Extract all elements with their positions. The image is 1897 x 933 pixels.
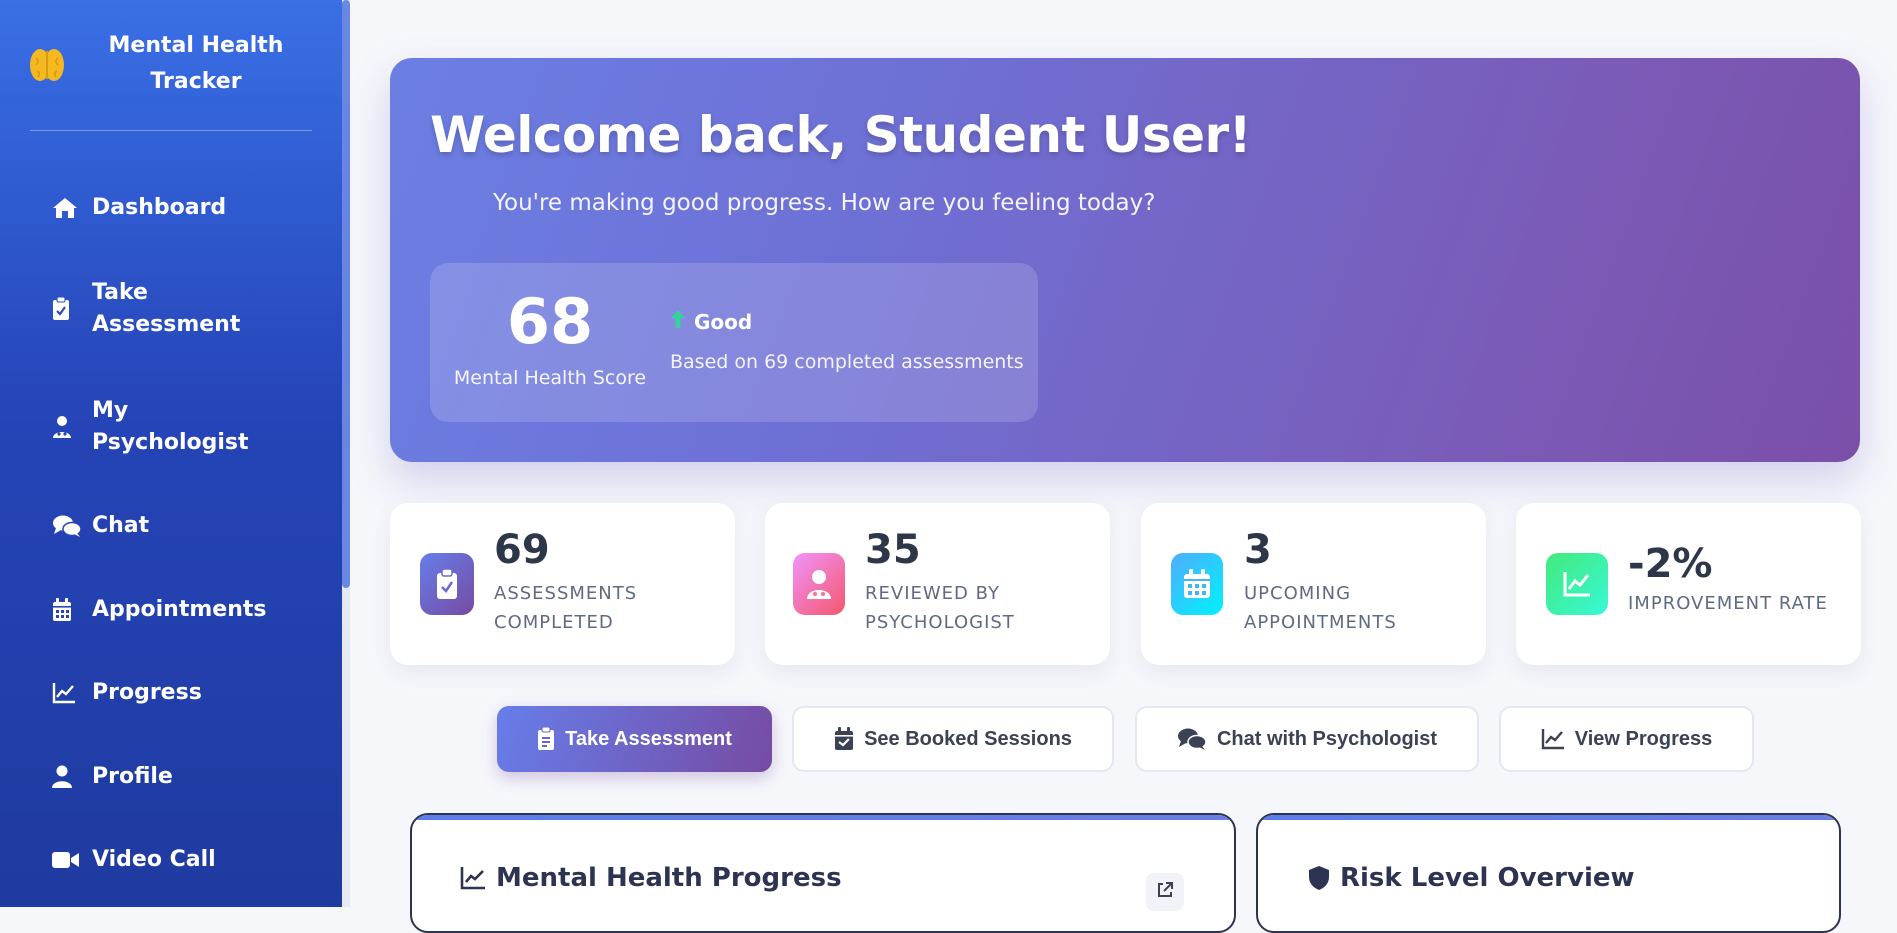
page-title: Welcome back, Student User! <box>430 106 1252 164</box>
home-icon <box>40 196 92 220</box>
score-basis: Based on 69 completed assessments <box>670 351 1024 373</box>
take-assessment-label: Take Assessment <box>565 727 732 750</box>
calendar-icon <box>1171 553 1223 615</box>
sidebar-item-label: Progress <box>92 680 202 705</box>
clipboard-check-icon <box>40 297 92 321</box>
sidebar-item-label: Video Call <box>92 847 216 872</box>
see-booked-sessions-label: See Booked Sessions <box>864 727 1072 750</box>
score-status-label: Good <box>694 309 753 334</box>
sidebar-item-chat[interactable]: Chat <box>40 510 330 542</box>
stat-label: Assessments Completed <box>494 583 638 633</box>
chat-with-psychologist-button[interactable]: Chat with Psychologist <box>1135 706 1479 772</box>
chart-line-icon <box>40 682 92 704</box>
video-icon <box>40 850 92 870</box>
sidebar-item-label: Take Assessment <box>92 280 241 337</box>
comments-icon <box>40 514 92 538</box>
sidebar-item-video-call[interactable]: Video Call <box>40 844 330 876</box>
stat-card-improvement: -2% Improvement Rate <box>1516 503 1861 665</box>
panel-title: Risk Level Overview <box>1308 863 1635 893</box>
view-progress-button[interactable]: View Progress <box>1499 706 1754 772</box>
arrow-up-icon <box>670 309 686 334</box>
panel-title: Mental Health Progress <box>460 863 842 893</box>
panel-title-label: Mental Health Progress <box>496 863 842 893</box>
stat-label: Improvement Rate <box>1628 593 1828 614</box>
chat-with-psychologist-label: Chat with Psychologist <box>1216 727 1438 750</box>
welcome-subtitle: You're making good progress. How are you… <box>493 190 1156 216</box>
chart-line-icon <box>1546 553 1608 615</box>
chart-line-icon <box>460 866 486 890</box>
calendar-icon <box>834 727 854 751</box>
user-doctor-icon <box>40 415 92 439</box>
mental-health-progress-panel: Mental Health Progress <box>410 813 1236 933</box>
welcome-banner: Welcome back, Student User! You're makin… <box>390 58 1860 462</box>
comments-icon <box>1177 727 1207 751</box>
stat-value: 69 <box>494 527 550 573</box>
stat-card-assessments: 69 Assessments Completed <box>390 503 735 665</box>
sidebar: Mental Health Tracker Dashboard Take Ass… <box>0 0 342 907</box>
sidebar-item-dashboard[interactable]: Dashboard <box>40 192 330 224</box>
sidebar-item-label: Chat <box>92 513 150 538</box>
clipboard-check-icon <box>420 553 474 615</box>
sidebar-divider <box>30 130 312 131</box>
sidebar-item-label: Dashboard <box>92 195 227 220</box>
clipboard-icon <box>537 727 555 751</box>
take-assessment-button[interactable]: Take Assessment <box>497 706 772 772</box>
sidebar-item-my-psychologist[interactable]: My Psychologist <box>40 395 330 459</box>
sidebar-scrollbar[interactable] <box>342 0 350 907</box>
brand[interactable]: Mental Health Tracker <box>0 28 342 100</box>
see-booked-sessions-button[interactable]: See Booked Sessions <box>792 706 1114 772</box>
shield-icon <box>1308 865 1330 891</box>
mental-health-score-card: 68 Mental Health Score Good Based on 69 … <box>430 263 1038 422</box>
stat-value: 35 <box>865 527 921 573</box>
user-doctor-icon <box>793 553 845 615</box>
stat-value: -2% <box>1628 541 1713 587</box>
stat-card-reviewed: 35 Reviewed by Psychologist <box>765 503 1110 665</box>
expand-button[interactable] <box>1146 873 1184 911</box>
sidebar-item-label: My Psychologist <box>92 398 249 455</box>
stat-label: Upcoming Appointments <box>1244 583 1397 633</box>
risk-level-overview-panel: Risk Level Overview <box>1256 813 1841 933</box>
stat-value: 3 <box>1244 527 1272 573</box>
scrollbar-thumb[interactable] <box>342 0 350 588</box>
external-link-icon <box>1156 881 1174 903</box>
score-status: Good <box>670 309 752 334</box>
score-label: Mental Health Score <box>453 367 647 389</box>
sidebar-item-profile[interactable]: Profile <box>40 761 330 793</box>
score-value: 68 <box>506 285 594 358</box>
stat-card-appointments: 3 Upcoming Appointments <box>1141 503 1486 665</box>
panel-title-label: Risk Level Overview <box>1340 863 1635 893</box>
sidebar-item-label: Appointments <box>92 597 267 622</box>
sidebar-item-label: Profile <box>92 764 173 789</box>
sidebar-item-progress[interactable]: Progress <box>40 677 330 709</box>
stat-label: Reviewed by Psychologist <box>865 583 1015 633</box>
calendar-icon <box>40 598 92 622</box>
app-title: Mental Health Tracker <box>108 33 284 94</box>
sidebar-item-appointments[interactable]: Appointments <box>40 594 330 626</box>
view-progress-label: View Progress <box>1574 727 1713 750</box>
chart-line-icon <box>1541 728 1565 750</box>
sidebar-item-take-assessment[interactable]: Take Assessment <box>40 277 330 341</box>
user-icon <box>40 765 92 789</box>
brain-icon <box>28 46 66 84</box>
